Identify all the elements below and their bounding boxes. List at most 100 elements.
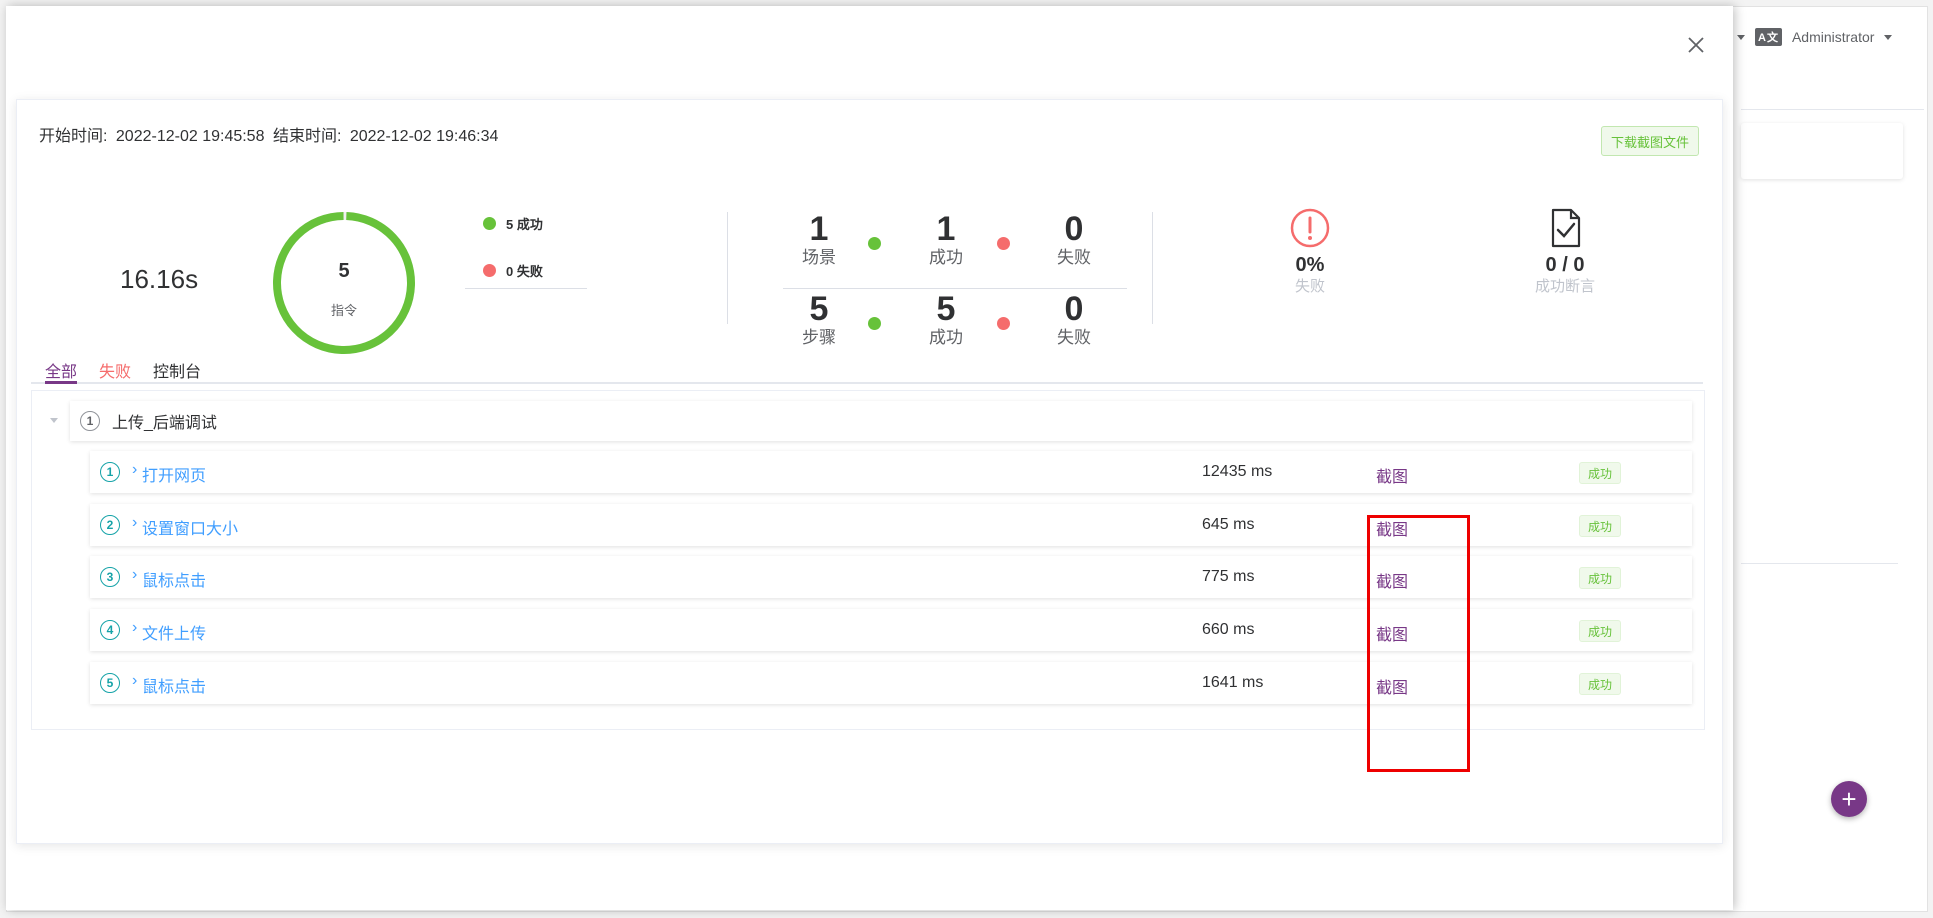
start-time-label: 开始时间: (39, 128, 108, 145)
fail-rate-value: 0% (1295, 254, 1325, 276)
screenshot-link[interactable]: 截图 (1376, 674, 1408, 698)
close-icon[interactable] (1685, 34, 1707, 56)
download-screenshots-button[interactable]: 下载截图文件 (1601, 126, 1699, 156)
report-drawer: 开始时间: 2022-12-02 19:45:58 结束时间: 2022-12-… (6, 6, 1733, 910)
step-time: 1641 ms (1202, 674, 1264, 691)
start-time: 2022-12-02 19:45:58 (115, 128, 265, 145)
fail-dot-icon (997, 237, 1010, 250)
time-range: 开始时间: 2022-12-02 19:45:58 结束时间: 2022-12-… (39, 122, 502, 146)
screenshot-link[interactable]: 截图 (1376, 621, 1408, 645)
step-fail: 0 失败 (1029, 290, 1119, 348)
status-badge: 成功 (1579, 515, 1621, 537)
tab-all[interactable]: 全部 (45, 358, 77, 382)
step-row[interactable]: 1 › 打开网页 12435 ms 截图 成功 (90, 451, 1692, 493)
commands-count: 5 (338, 260, 350, 282)
scenario-count: 1 (809, 210, 829, 248)
background-card (1741, 123, 1903, 179)
step-success-label: 成功 (929, 328, 963, 347)
commands-label: 指令 (330, 303, 357, 318)
chevron-down-icon[interactable] (50, 418, 58, 423)
assertions-value: 0 / 0 (1545, 254, 1585, 276)
screenshot-link[interactable]: 截图 (1376, 463, 1408, 487)
add-button[interactable]: + (1831, 781, 1867, 817)
step-name[interactable]: 打开网页 (142, 462, 206, 486)
chevron-right-icon[interactable]: › (132, 672, 137, 690)
chevron-right-icon[interactable]: › (132, 461, 137, 479)
scenario-index: 1 (80, 411, 100, 431)
step-row[interactable]: 3 › 鼠标点击 775 ms 截图 成功 (90, 556, 1692, 598)
end-time: 2022-12-02 19:46:34 (349, 128, 499, 145)
success-dot-icon (483, 217, 496, 230)
fail-rate-label: 失败 (1294, 278, 1325, 295)
active-tab-indicator (45, 381, 77, 384)
assertions-label: 成功断言 (1534, 278, 1595, 295)
fail-dot-icon (483, 264, 496, 277)
divider (1152, 212, 1153, 324)
step-index: 5 (100, 673, 120, 693)
scenario-success-label: 成功 (929, 248, 963, 267)
scenario-success: 1 成功 (901, 210, 991, 268)
legend-fail: 0 失败 (483, 261, 543, 280)
report-panel: 开始时间: 2022-12-02 19:45:58 结束时间: 2022-12-… (16, 99, 1723, 844)
topbar: A文 Administrator (1737, 25, 1893, 49)
scenario-name: 上传_后端调试 (112, 415, 217, 432)
step-total: 5 步骤 (774, 290, 864, 348)
chevron-down-icon[interactable] (1737, 34, 1745, 40)
legend-divider (465, 288, 587, 289)
success-dot-icon (868, 237, 881, 250)
result-tabs: 全部 失败 控制台 (31, 350, 1703, 384)
step-name[interactable]: 鼠标点击 (142, 673, 206, 697)
step-row[interactable]: 4 › 文件上传 660 ms 截图 成功 (90, 609, 1692, 651)
step-time: 775 ms (1202, 568, 1255, 585)
chevron-down-icon[interactable] (1884, 34, 1893, 40)
step-index: 1 (100, 462, 120, 482)
scenario-success-count: 1 (936, 210, 956, 248)
fail-dot-icon (997, 317, 1010, 330)
scenario-fail-count: 0 (1064, 210, 1084, 248)
fail-rate-kpi: 0% 失败 (1240, 208, 1380, 297)
user-menu[interactable]: Administrator (1792, 29, 1874, 45)
screenshot-link[interactable]: 截图 (1376, 516, 1408, 540)
legend-success-text: 5 成功 (506, 217, 543, 232)
status-badge: 成功 (1579, 673, 1621, 695)
step-tree: 1 上传_后端调试 1 › 打开网页 12435 ms 截图 成功 2 › 设置… (31, 390, 1705, 730)
step-name[interactable]: 鼠标点击 (142, 567, 206, 591)
step-index: 3 (100, 567, 120, 587)
screenshot-link[interactable]: 截图 (1376, 568, 1408, 592)
step-row[interactable]: 2 › 设置窗口大小 645 ms 截图 成功 (90, 504, 1692, 546)
step-count: 5 (809, 290, 829, 328)
tab-fail[interactable]: 失败 (99, 358, 131, 382)
step-time: 12435 ms (1202, 463, 1273, 480)
tab-console[interactable]: 控制台 (153, 358, 201, 382)
end-time-label: 结束时间: (272, 128, 342, 145)
scenario-row[interactable]: 1 上传_后端调试 (50, 401, 1692, 441)
total-duration: 16.16s (120, 264, 199, 294)
step-fail-label: 失败 (1057, 328, 1091, 347)
step-name[interactable]: 文件上传 (142, 620, 206, 644)
chevron-right-icon[interactable]: › (132, 566, 137, 584)
step-index: 2 (100, 515, 120, 535)
scenario-fail: 0 失败 (1029, 210, 1119, 268)
step-label: 步骤 (802, 328, 836, 347)
exclamation-circle-icon (1290, 208, 1330, 248)
status-badge: 成功 (1579, 567, 1621, 589)
language-icon[interactable]: A文 (1755, 28, 1782, 46)
step-time: 660 ms (1202, 621, 1255, 638)
divider (1741, 563, 1898, 564)
chevron-right-icon[interactable]: › (132, 514, 137, 532)
step-row[interactable]: 5 › 鼠标点击 1641 ms 截图 成功 (90, 662, 1692, 704)
legend-success: 5 成功 (483, 214, 543, 233)
step-name[interactable]: 设置窗口大小 (142, 515, 238, 539)
plus-icon: + (1841, 784, 1857, 814)
legend-fail-text: 0 失败 (506, 264, 543, 279)
commands-donut-chart (273, 212, 415, 354)
divider (727, 212, 728, 324)
stats-divider (783, 288, 1127, 289)
scenario-total: 1 场景 (774, 210, 864, 268)
step-success-count: 5 (936, 290, 956, 328)
document-check-icon (1551, 208, 1581, 248)
scenario-label: 场景 (802, 248, 836, 267)
chevron-right-icon[interactable]: › (132, 619, 137, 637)
status-badge: 成功 (1579, 620, 1621, 642)
divider (1741, 109, 1924, 110)
